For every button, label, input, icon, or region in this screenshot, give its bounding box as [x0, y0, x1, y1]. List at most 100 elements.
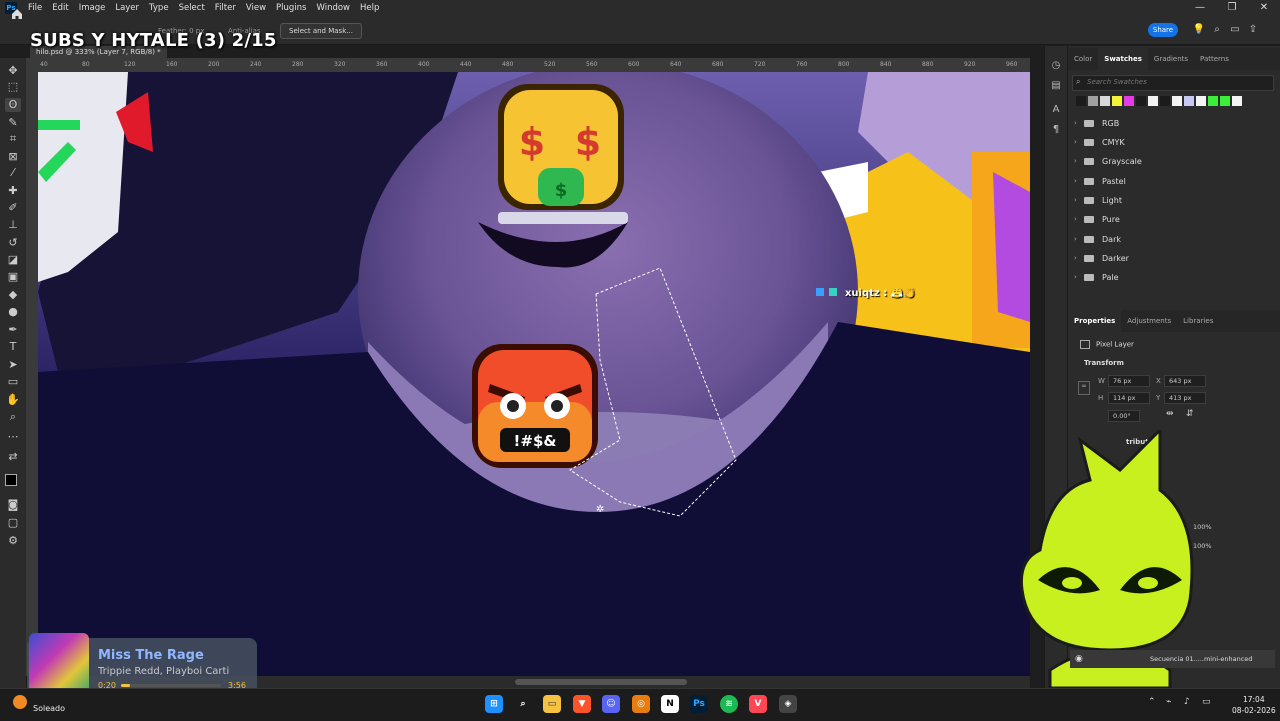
maximize-button[interactable]: ❐: [1216, 0, 1248, 16]
lasso-tool-icon[interactable]: ʘ: [5, 98, 21, 112]
blur-tool-icon[interactable]: ◆: [5, 288, 21, 302]
path-select-icon[interactable]: ➤: [5, 358, 21, 372]
battery-icon[interactable]: ▭: [1202, 697, 1211, 707]
photoshop-taskbar-icon[interactable]: Ps: [690, 695, 708, 713]
angle-field[interactable]: 0.00°: [1108, 410, 1140, 422]
menu-type[interactable]: Type: [144, 3, 174, 13]
swatch-color[interactable]: [1076, 96, 1086, 106]
notion-icon[interactable]: N: [661, 695, 679, 713]
flip-vertical-icon[interactable]: ⇵: [1186, 409, 1194, 419]
swatch-color[interactable]: [1220, 96, 1230, 106]
eraser-tool-icon[interactable]: ◪: [5, 253, 21, 267]
file-explorer-icon[interactable]: ▭: [543, 695, 561, 713]
swatch-folder-light[interactable]: › Light: [1074, 191, 1264, 209]
song-progress-track[interactable]: [121, 684, 221, 687]
swatch-color[interactable]: [1184, 96, 1194, 106]
menu-edit[interactable]: Edit: [47, 3, 73, 13]
search-icon[interactable]: ⌕: [1210, 23, 1224, 37]
swatch-folder-rgb[interactable]: › RGB: [1074, 114, 1264, 132]
brave-icon[interactable]: ▼: [573, 695, 591, 713]
marquee-tool-icon[interactable]: ⬚: [5, 80, 21, 94]
stamp-tool-icon[interactable]: ⊥: [5, 218, 21, 232]
spotify-icon[interactable]: ≋: [720, 695, 738, 713]
scrollbar-thumb[interactable]: [515, 679, 687, 685]
swatch-color[interactable]: [1172, 96, 1182, 106]
screen-mode-icon[interactable]: ▢: [5, 516, 21, 530]
gradient-tool-icon[interactable]: ▣: [5, 270, 21, 284]
menu-view[interactable]: View: [241, 3, 271, 13]
windows-start-icon[interactable]: ⊞: [485, 695, 503, 713]
share-arrow-icon[interactable]: ⇪: [1246, 23, 1260, 37]
blender-icon[interactable]: ◎: [632, 695, 650, 713]
swatch-color[interactable]: [1148, 96, 1158, 106]
menu-window[interactable]: Window: [311, 3, 355, 13]
tab-swatches[interactable]: Swatches: [1098, 48, 1148, 70]
discord-icon[interactable]: ☺: [602, 695, 620, 713]
swatch-search-input[interactable]: Search Swatches: [1072, 75, 1274, 91]
workspace-icon[interactable]: ▭: [1228, 23, 1242, 37]
tab-color[interactable]: Color: [1068, 48, 1098, 70]
minimize-button[interactable]: —: [1184, 0, 1216, 16]
quick-select-tool-icon[interactable]: ✎: [5, 116, 21, 130]
tab-properties[interactable]: Properties: [1068, 310, 1122, 332]
menu-plugins[interactable]: Plugins: [271, 3, 311, 13]
weather-sun-icon[interactable]: [13, 695, 27, 709]
eyedropper-tool-icon[interactable]: ⁄: [5, 166, 21, 180]
hand-tool-icon[interactable]: ✋: [5, 393, 21, 407]
dodge-tool-icon[interactable]: ●: [5, 305, 21, 319]
foreground-color[interactable]: [5, 474, 17, 486]
healing-tool-icon[interactable]: ✚: [5, 184, 21, 198]
close-button[interactable]: ✕: [1248, 0, 1280, 16]
swatch-color[interactable]: [1232, 96, 1242, 106]
link-icon[interactable]: ∞: [1078, 381, 1090, 395]
tab-libraries[interactable]: Libraries: [1177, 310, 1219, 332]
home-icon[interactable]: [10, 7, 24, 21]
swatch-folder-pastel[interactable]: › Pastel: [1074, 172, 1264, 190]
y-field[interactable]: 413 px: [1164, 392, 1206, 404]
tab-adjustments[interactable]: Adjustments: [1121, 310, 1177, 332]
width-field[interactable]: 76 px: [1108, 375, 1150, 387]
swatch-color[interactable]: [1136, 96, 1146, 106]
swatch-color[interactable]: [1088, 96, 1098, 106]
menu-image[interactable]: Image: [74, 3, 111, 13]
menu-layer[interactable]: Layer: [110, 3, 144, 13]
swatch-color[interactable]: [1208, 96, 1218, 106]
swatch-folder-pale[interactable]: › Pale: [1074, 268, 1264, 286]
network-icon[interactable]: ⌁: [1166, 697, 1171, 707]
comments-icon[interactable]: ▤: [1050, 80, 1062, 92]
transform-section-title[interactable]: Transform: [1084, 359, 1124, 367]
swatch-color[interactable]: [1100, 96, 1110, 106]
swatch-folder-cmyk[interactable]: › CMYK: [1074, 133, 1264, 151]
tray-chevron-icon[interactable]: ⌃: [1148, 697, 1156, 707]
swatch-color[interactable]: [1124, 96, 1134, 106]
swatch-folder-darker[interactable]: › Darker: [1074, 249, 1264, 267]
extra-tool-icon[interactable]: ⚙: [5, 534, 21, 548]
history-brush-icon[interactable]: ↺: [5, 236, 21, 250]
visibility-eye-icon[interactable]: ◉: [1075, 654, 1083, 664]
clock[interactable]: 17:04 08-02-2026: [1232, 694, 1276, 716]
zoom-tool-icon[interactable]: ⌕: [5, 410, 21, 424]
quick-mask-icon[interactable]: ◙: [5, 498, 21, 512]
valorant-icon[interactable]: V: [749, 695, 767, 713]
swatch-folder-dark[interactable]: › Dark: [1074, 230, 1264, 248]
rectangle-tool-icon[interactable]: ▭: [5, 375, 21, 389]
crop-tool-icon[interactable]: ⌗: [5, 132, 21, 146]
menu-help[interactable]: Help: [355, 3, 384, 13]
swatch-folder-grayscale[interactable]: › Grayscale: [1074, 152, 1264, 170]
move-tool-icon[interactable]: ✥: [5, 64, 21, 78]
height-field[interactable]: 114 px: [1108, 392, 1150, 404]
layer-name[interactable]: Secuencia 01.....mini-enhanced: [1150, 655, 1252, 663]
volume-icon[interactable]: ♪: [1184, 697, 1190, 707]
swatch-color[interactable]: [1196, 96, 1206, 106]
app-notification-icon[interactable]: ◈: [779, 695, 797, 713]
paragraph-icon[interactable]: ¶: [1050, 124, 1062, 136]
menu-filter[interactable]: Filter: [210, 3, 241, 13]
x-field[interactable]: 643 px: [1164, 375, 1206, 387]
weather-text[interactable]: Soleado: [33, 704, 65, 713]
menu-file[interactable]: File: [23, 3, 47, 13]
menu-select[interactable]: Select: [174, 3, 210, 13]
swatch-color[interactable]: [1112, 96, 1122, 106]
flip-horizontal-icon[interactable]: ⇹: [1166, 409, 1174, 419]
select-and-mask-button[interactable]: Select and Mask...: [280, 23, 362, 39]
type-tool-icon[interactable]: T: [5, 340, 21, 354]
